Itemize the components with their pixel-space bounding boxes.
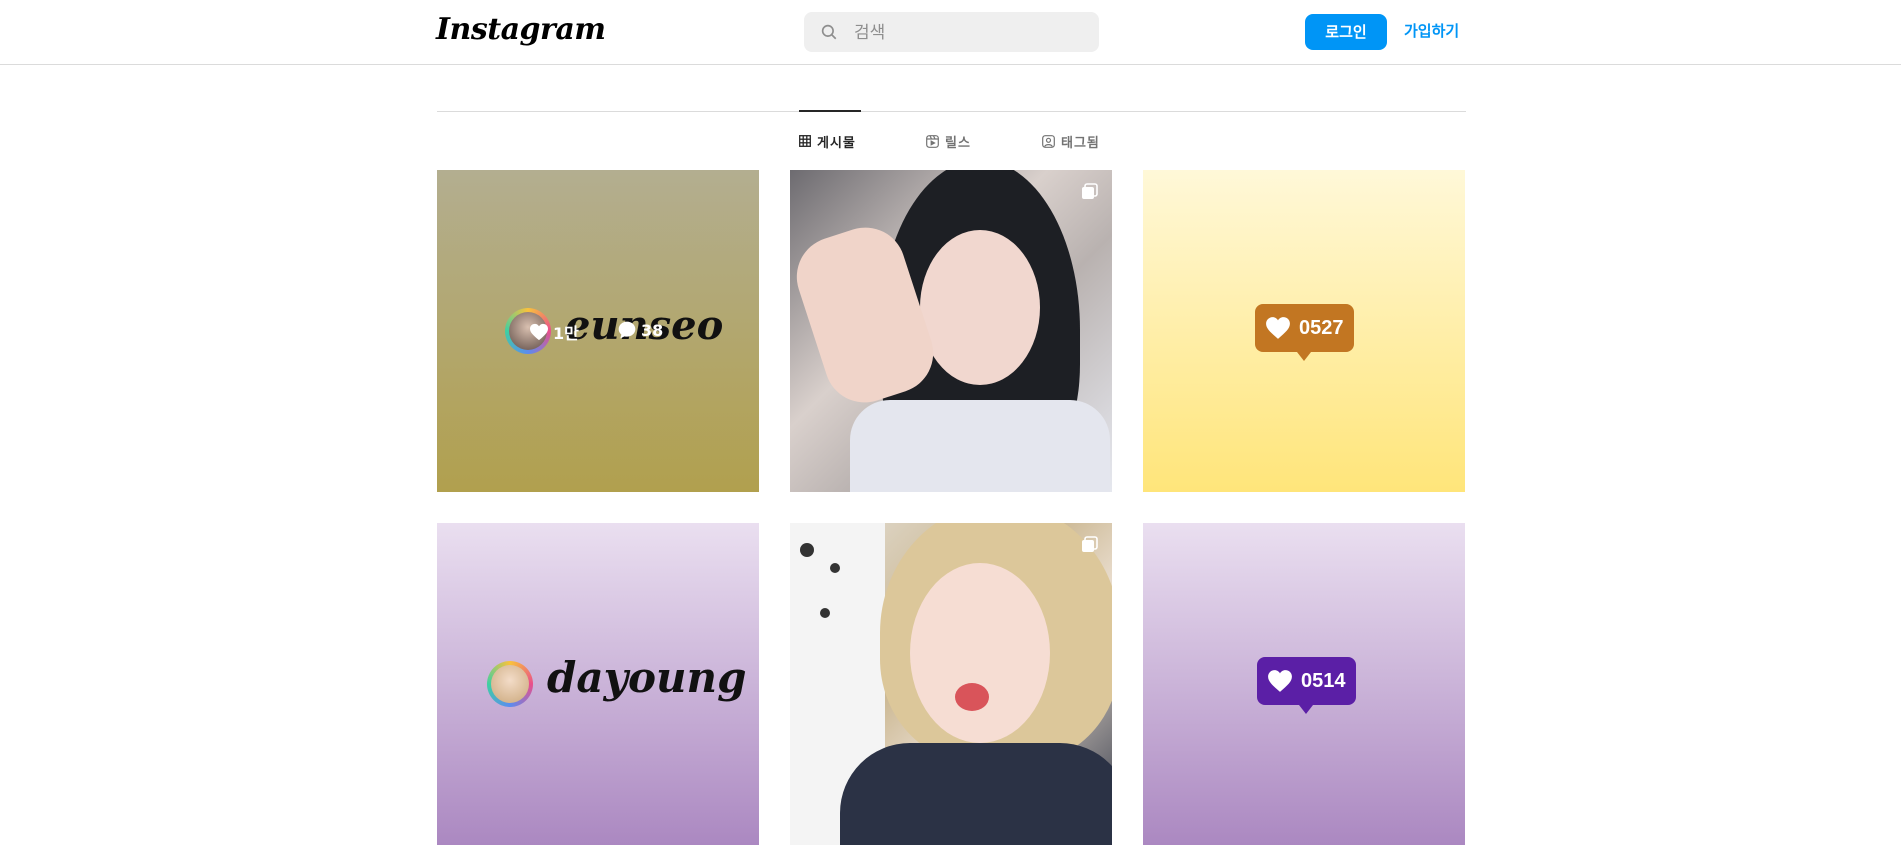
badge-text: 0527 (1299, 316, 1344, 339)
photo-lips (955, 683, 989, 711)
photo-face (920, 230, 1040, 385)
tab-posts[interactable]: 게시물 (799, 130, 856, 152)
grid-icon (799, 135, 811, 147)
multiple-photos-icon (1082, 183, 1098, 199)
top-navigation-bar: Instagram 로그인 가입하기 (0, 0, 1901, 65)
post-tile[interactable] (790, 523, 1112, 845)
signup-link[interactable]: 가입하기 (1404, 20, 1459, 41)
post-tile[interactable]: 0514 (1143, 523, 1465, 845)
heart-icon (1266, 317, 1290, 339)
instagram-logo[interactable]: Instagram (436, 12, 606, 47)
post-tile[interactable]: dayoung (437, 523, 759, 845)
likes-count: 1만 (529, 320, 579, 344)
post-script-name: dayoung (547, 653, 747, 702)
like-badge: 0527 (1255, 304, 1354, 361)
post-tile[interactable] (790, 170, 1112, 492)
avatar (487, 661, 533, 707)
tab-tagged-label: 태그됨 (1061, 135, 1100, 151)
active-tab-indicator (799, 110, 861, 112)
tab-reels-label: 릴스 (945, 135, 971, 151)
comments-count: 38 (617, 320, 663, 340)
post-tile[interactable]: eunseo 1만 38 (437, 170, 759, 492)
badge-text: 0514 (1301, 669, 1346, 692)
tab-tagged[interactable]: 태그됨 (1042, 130, 1100, 152)
photo-hoodie (840, 743, 1112, 845)
heart-icon (530, 323, 548, 341)
comment-icon (618, 321, 636, 339)
reels-icon (926, 134, 939, 148)
search-icon (821, 24, 837, 40)
like-badge: 0514 (1257, 657, 1356, 714)
photo-sweater (850, 400, 1110, 492)
tagged-icon (1042, 134, 1055, 148)
tabs-divider (437, 111, 1466, 112)
heart-icon (1268, 670, 1292, 692)
login-button[interactable]: 로그인 (1305, 14, 1387, 50)
search-box[interactable] (804, 12, 1099, 54)
multiple-photos-icon (1082, 536, 1098, 552)
search-input[interactable] (852, 12, 1086, 54)
tab-posts-label: 게시물 (817, 135, 856, 151)
tab-reels[interactable]: 릴스 (926, 130, 971, 152)
photo-face (910, 563, 1050, 743)
post-tile[interactable]: 0527 (1143, 170, 1465, 492)
